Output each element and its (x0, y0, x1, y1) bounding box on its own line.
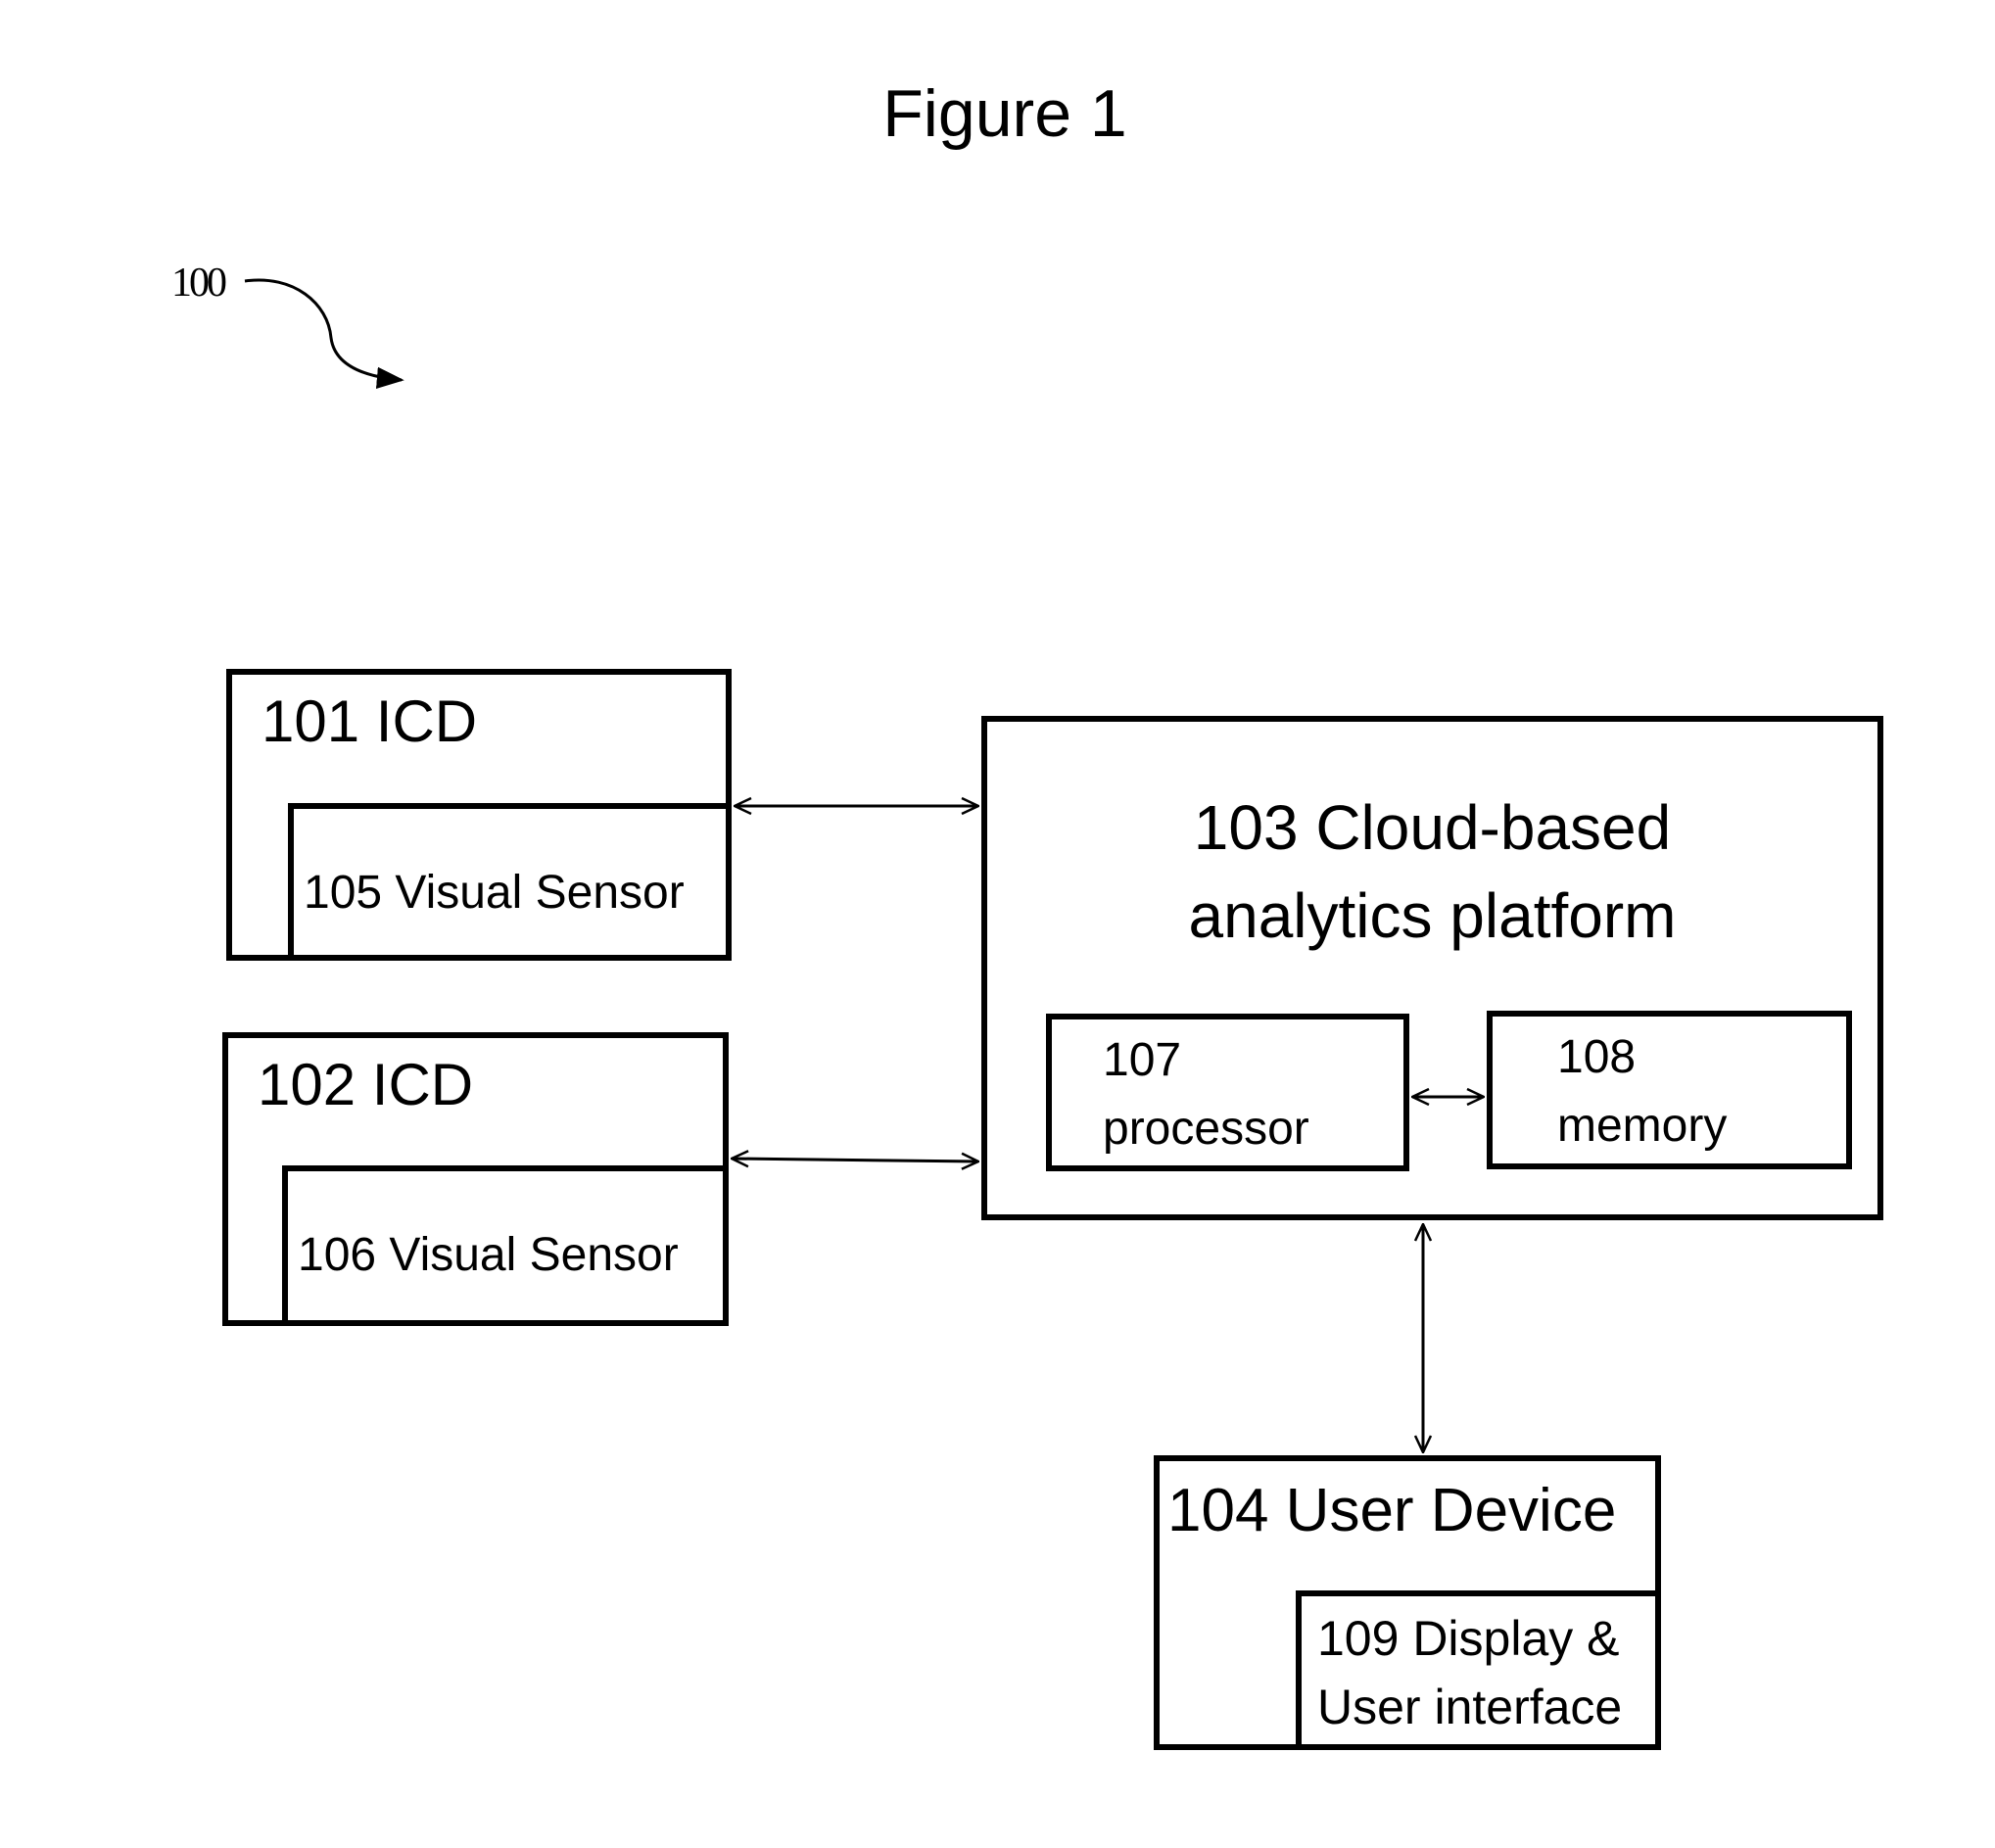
visual-sensor-105-box: 105 Visual Sensor (288, 803, 732, 961)
processor-107-box: 107 processor (1046, 1014, 1409, 1171)
display-ui-109-line1: 109 Display & (1317, 1611, 1620, 1666)
cloud-platform-103-title-line2: analytics platform (1188, 880, 1677, 951)
processor-107-label: processor (1103, 1103, 1309, 1155)
memory-108-box: 108 memory (1487, 1011, 1852, 1169)
arrow-102-to-103 (732, 1159, 978, 1161)
visual-sensor-106-label: 106 Visual Sensor (298, 1229, 679, 1281)
memory-108-number: 108 (1557, 1031, 1637, 1083)
reference-label-100: 100 (171, 261, 227, 306)
reference-100-curved-arrow (244, 278, 404, 390)
processor-107-number: 107 (1103, 1034, 1182, 1086)
icd-102-label: 102 ICD (258, 1052, 474, 1117)
icd-101-label: 101 ICD (261, 688, 478, 754)
cloud-platform-103-title-line1: 103 Cloud-based (1193, 792, 1672, 863)
display-ui-109-box: 109 Display & User interface (1296, 1590, 1661, 1750)
display-ui-109-line2: User interface (1317, 1680, 1623, 1734)
figure-title: Figure 1 (882, 76, 1127, 151)
visual-sensor-105-label: 105 Visual Sensor (304, 867, 685, 919)
memory-108-label: memory (1557, 1100, 1728, 1152)
visual-sensor-106-box: 106 Visual Sensor (282, 1165, 729, 1326)
user-device-104-label: 104 User Device (1167, 1477, 1617, 1544)
